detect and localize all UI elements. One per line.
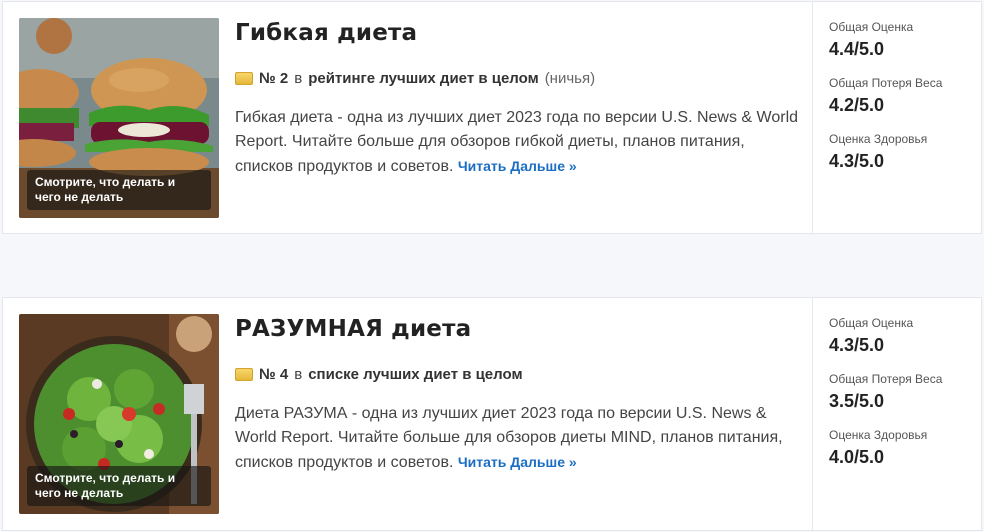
overall-score-label: Общая Оценка xyxy=(829,20,914,34)
rank-preposition: в xyxy=(294,70,303,87)
diet-description: Диета РАЗУМА - одна из лучших диет 2023 … xyxy=(235,402,805,475)
rank-note: (ничья) xyxy=(544,70,596,87)
rank-number: № 4 xyxy=(259,366,289,383)
score-panel: Общая Оценка 4.3/5.0 Общая Потеря Веса 3… xyxy=(813,298,981,530)
medal-icon xyxy=(235,368,253,381)
diet-description: Гибкая диета - одна из лучших диет 2023 … xyxy=(235,106,805,179)
health-score-label: Оценка Здоровья xyxy=(829,428,928,442)
diet-card-main: Смотрите, что делать и чего не делать Ги… xyxy=(3,2,813,233)
overall-score-label: Общая Оценка xyxy=(829,316,914,330)
diet-ranking: № 4 в списке лучших диет в целом xyxy=(235,366,523,383)
diet-ranking: № 2 в рейтинге лучших диет в целом (ничь… xyxy=(235,70,595,87)
health-score-value: 4.3/5.0 xyxy=(829,151,885,171)
diet-thumbnail-burger[interactable]: Смотрите, что делать и чего не делать xyxy=(19,18,219,218)
weight-loss-score-value: 4.2/5.0 xyxy=(829,95,885,115)
read-more-link[interactable]: Читать Дальше » xyxy=(458,454,577,470)
medal-icon xyxy=(235,72,253,85)
read-more-link[interactable]: Читать Дальше » xyxy=(458,158,577,174)
rank-preposition: в xyxy=(294,366,303,383)
diet-card-mind: Смотрите, что делать и чего не делать РА… xyxy=(2,297,982,531)
rank-link[interactable]: рейтинге лучших диет в целом xyxy=(308,70,538,87)
weight-loss-score-label: Общая Потеря Веса xyxy=(829,372,943,386)
health-score-label: Оценка Здоровья xyxy=(829,132,928,146)
rank-link[interactable]: списке лучших диет в целом xyxy=(308,366,522,383)
thumbnail-caption: Смотрите, что делать и чего не делать xyxy=(27,466,211,506)
weight-loss-score-value: 3.5/5.0 xyxy=(829,391,885,411)
score-panel: Общая Оценка 4.4/5.0 Общая Потеря Веса 4… xyxy=(813,2,981,233)
overall-score-value: 4.3/5.0 xyxy=(829,335,885,355)
weight-loss-score-label: Общая Потеря Веса xyxy=(829,76,943,90)
diet-card-main: Смотрите, что делать и чего не делать РА… xyxy=(3,298,813,530)
diet-title[interactable]: РАЗУМНАЯ диета xyxy=(235,316,471,342)
rank-number: № 2 xyxy=(259,70,289,87)
overall-score-value: 4.4/5.0 xyxy=(829,39,885,59)
health-score-value: 4.0/5.0 xyxy=(829,447,885,467)
diet-title[interactable]: Гибкая диета xyxy=(235,20,417,46)
diet-thumbnail-salad[interactable]: Смотрите, что делать и чего не делать xyxy=(19,314,219,514)
thumbnail-caption: Смотрите, что делать и чего не делать xyxy=(27,170,211,210)
diet-card-flexitarian: Смотрите, что делать и чего не делать Ги… xyxy=(2,1,982,234)
